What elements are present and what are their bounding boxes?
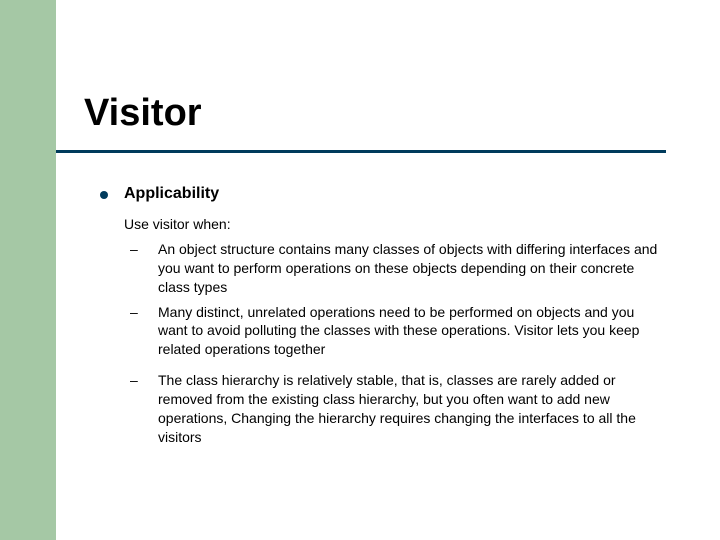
list-item: – An object structure contains many clas… [124,240,660,297]
slide: Visitor Applicability Use visitor when: … [0,0,720,540]
slide-title: Visitor [84,92,202,135]
title-underline [56,150,666,153]
disc-icon [100,191,108,199]
sub-content: Use visitor when: – An object structure … [124,215,660,447]
bullet-row: Applicability [100,185,660,203]
item-text: Many distinct, unrelated operations need… [158,303,660,360]
item-text: An object structure contains many classe… [158,240,660,297]
list-item: – Many distinct, unrelated operations ne… [124,303,660,360]
dash-icon: – [124,371,158,390]
intro-text: Use visitor when: [124,215,660,234]
item-text: The class hierarchy is relatively stable… [158,371,660,447]
dash-icon: – [124,240,158,259]
list-item: – The class hierarchy is relatively stab… [124,371,660,447]
dash-icon: – [124,303,158,322]
accent-bar [0,0,56,540]
spacer [124,359,660,365]
section-heading: Applicability [124,185,219,203]
content-area: Applicability Use visitor when: – An obj… [100,185,660,447]
item-list: – An object structure contains many clas… [124,240,660,447]
bullet-icon [100,185,124,199]
